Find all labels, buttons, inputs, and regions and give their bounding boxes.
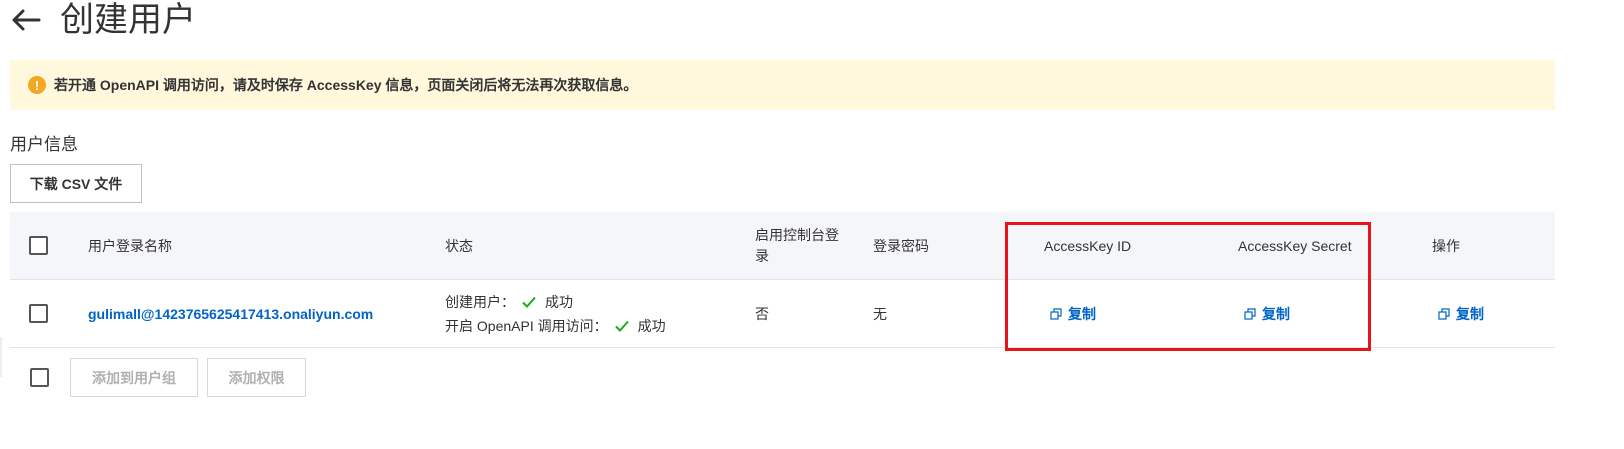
column-header-name: 用户登录名称 bbox=[88, 237, 172, 254]
add-to-group-button[interactable]: 添加到用户组 bbox=[70, 358, 198, 397]
copy-icon bbox=[1244, 307, 1256, 320]
exclamation-circle-icon: ! bbox=[28, 76, 46, 94]
status-create-label: 创建用户： bbox=[445, 293, 515, 310]
check-icon bbox=[614, 318, 630, 334]
add-permission-button[interactable]: 添加权限 bbox=[207, 358, 306, 397]
name-cell: gulimall@1423765625417413.onaliyun.com bbox=[88, 280, 373, 347]
status-api-label: 开启 OpenAPI 调用访问： bbox=[445, 317, 608, 334]
copy-action-button[interactable]: 复制 bbox=[1438, 304, 1484, 324]
footer-select-checkbox[interactable] bbox=[30, 368, 49, 387]
section-title: 用户信息 bbox=[10, 135, 78, 154]
copy-label: 复制 bbox=[1068, 305, 1096, 322]
column-header-password: 登录密码 bbox=[873, 237, 929, 254]
status-create-user: 创建用户： 成功 bbox=[445, 293, 666, 311]
row-checkbox[interactable] bbox=[29, 304, 48, 323]
column-header-console-login: 启用控制台登录 bbox=[755, 226, 839, 264]
notice-text: 若开通 OpenAPI 调用访问，请及时保存 AccessKey 信息，页面关闭… bbox=[54, 77, 638, 93]
column-header-status: 状态 bbox=[445, 237, 473, 254]
user-login-name-link[interactable]: gulimall@1423765625417413.onaliyun.com bbox=[88, 306, 373, 322]
copy-label: 复制 bbox=[1456, 305, 1484, 322]
left-edge-divider bbox=[0, 337, 2, 377]
download-csv-button[interactable]: 下载 CSV 文件 bbox=[10, 164, 142, 203]
header-checkbox-cell bbox=[29, 212, 48, 279]
select-all-checkbox[interactable] bbox=[29, 236, 48, 255]
page-title: 创建用户 bbox=[60, 1, 196, 39]
actions-cell: 复制 bbox=[1438, 280, 1484, 347]
user-table: 用户登录名称 状态 启用控制台登录 登录密码 AccessKey ID Acce… bbox=[10, 212, 1555, 348]
table-header: 用户登录名称 状态 启用控制台登录 登录密码 AccessKey ID Acce… bbox=[10, 212, 1555, 280]
copy-access-key-secret-button[interactable]: 复制 bbox=[1244, 304, 1290, 324]
status-api-value: 成功 bbox=[637, 317, 666, 334]
column-header-access-key-secret: AccessKey Secret bbox=[1238, 237, 1352, 254]
row-checkbox-cell bbox=[29, 280, 48, 347]
status-cell: 创建用户： 成功 开启 OpenAPI 调用访问： 成功 bbox=[445, 280, 666, 347]
column-header-actions: 操作 bbox=[1432, 237, 1460, 254]
status-openapi: 开启 OpenAPI 调用访问： 成功 bbox=[445, 317, 666, 335]
access-key-id-cell: 复制 bbox=[1050, 280, 1096, 347]
access-key-secret-cell: 复制 bbox=[1244, 280, 1290, 347]
arrow-left-icon[interactable] bbox=[10, 4, 42, 36]
copy-icon bbox=[1050, 307, 1062, 320]
table-row: gulimall@1423765625417413.onaliyun.com 创… bbox=[10, 280, 1555, 348]
status-create-value: 成功 bbox=[545, 293, 573, 310]
password-cell: 无 bbox=[873, 305, 887, 322]
copy-icon bbox=[1438, 307, 1450, 320]
page-header: 创建用户 bbox=[10, 0, 196, 40]
column-header-access-key-id: AccessKey ID bbox=[1044, 237, 1132, 254]
check-icon bbox=[521, 294, 537, 310]
copy-label: 复制 bbox=[1262, 305, 1290, 322]
copy-access-key-id-button[interactable]: 复制 bbox=[1050, 304, 1096, 324]
notice-banner: ! 若开通 OpenAPI 调用访问，请及时保存 AccessKey 信息，页面… bbox=[10, 60, 1555, 110]
console-login-cell: 否 bbox=[755, 305, 769, 322]
